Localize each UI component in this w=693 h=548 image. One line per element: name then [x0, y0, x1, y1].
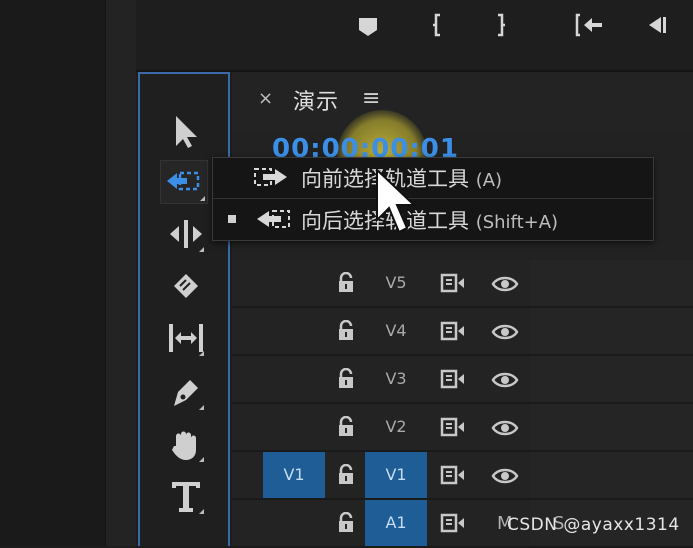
- sync-lock-icon[interactable]: [440, 465, 466, 485]
- marker-icon: [359, 18, 377, 36]
- sync-lock-icon[interactable]: [440, 417, 466, 437]
- submenu-indicator: [199, 351, 204, 356]
- left-panel: [0, 0, 105, 546]
- selection-tool[interactable]: [166, 112, 206, 152]
- track-select-tool[interactable]: [160, 160, 208, 204]
- track-content-area[interactable]: [530, 356, 693, 402]
- track-content-area[interactable]: [530, 260, 693, 306]
- track-label[interactable]: A1: [365, 500, 427, 546]
- mark-out-icon: [498, 13, 505, 37]
- track-label[interactable]: V4: [365, 308, 427, 354]
- step-back-icon: [649, 17, 666, 33]
- menu-item-track-select-forward[interactable]: 向前选择轨道工具 (A): [213, 158, 653, 196]
- menu-item-track-select-backward[interactable]: 向后选择轨道工具 (Shift+A): [213, 200, 653, 238]
- add-marker-button[interactable]: [356, 10, 380, 40]
- track-lock-icon[interactable]: [337, 416, 355, 438]
- track-lock-icon[interactable]: [337, 320, 355, 342]
- submenu-indicator: [199, 509, 204, 514]
- tools-panel: [138, 72, 230, 546]
- pen-tool[interactable]: [166, 372, 206, 412]
- track-lock-icon[interactable]: [337, 512, 355, 534]
- menu-item-label: 向后选择轨道工具 (Shift+A): [301, 209, 559, 233]
- panel-menu-button[interactable]: ≡: [362, 86, 380, 111]
- type-tool[interactable]: [166, 476, 206, 516]
- source-patch-v1[interactable]: V1: [263, 452, 325, 498]
- menu-separator: [212, 198, 654, 199]
- panel-divider[interactable]: [105, 0, 136, 546]
- go-to-in-button[interactable]: [572, 10, 606, 40]
- menu-item-shortcut: (A): [475, 170, 503, 191]
- sequence-tab-title[interactable]: 演示: [293, 84, 339, 116]
- sync-lock-icon[interactable]: [440, 369, 466, 389]
- track-content-area[interactable]: [530, 404, 693, 450]
- track-label[interactable]: V5: [365, 260, 427, 306]
- mark-out-button[interactable]: [488, 10, 512, 40]
- eye-icon[interactable]: [491, 322, 519, 342]
- track-select-backward-icon: [167, 171, 200, 191]
- sync-lock-icon[interactable]: [440, 273, 466, 293]
- mark-in-icon: [433, 13, 440, 37]
- submenu-indicator: [199, 405, 204, 410]
- watermark: CSDN @ayaxx1314: [507, 515, 680, 535]
- track-label[interactable]: V1: [365, 452, 427, 498]
- mouse-pointer-icon: [376, 168, 417, 234]
- track-lock-icon[interactable]: [337, 464, 355, 486]
- tab-close-button[interactable]: ×: [258, 88, 273, 109]
- hand-tool[interactable]: [166, 424, 206, 464]
- eye-icon[interactable]: [491, 466, 519, 486]
- submenu-indicator: [199, 457, 204, 462]
- arrow-cursor-icon: [176, 116, 197, 148]
- submenu-indicator: [199, 247, 204, 252]
- track-label[interactable]: V3: [365, 356, 427, 402]
- track-lock-icon[interactable]: [337, 368, 355, 390]
- track-select-forward-icon: [254, 168, 287, 186]
- razor-icon: [174, 274, 198, 298]
- step-back-button[interactable]: [643, 10, 673, 40]
- track-content-area[interactable]: [530, 308, 693, 354]
- sync-lock-icon[interactable]: [440, 321, 466, 341]
- go-to-in-icon: [575, 13, 602, 37]
- selected-indicator: [228, 215, 236, 223]
- eye-icon[interactable]: [491, 274, 519, 294]
- track-content-area[interactable]: [530, 452, 693, 498]
- eye-icon[interactable]: [491, 418, 519, 438]
- razor-tool[interactable]: [166, 266, 206, 306]
- sync-lock-icon[interactable]: [440, 513, 466, 533]
- eye-icon[interactable]: [491, 370, 519, 390]
- program-transport-bar: [136, 0, 693, 72]
- slip-tool[interactable]: [166, 318, 206, 358]
- track-lock-icon[interactable]: [337, 272, 355, 294]
- track-label[interactable]: V2: [365, 404, 427, 450]
- submenu-indicator: [200, 196, 205, 201]
- track-select-tool-menu: 向前选择轨道工具 (A) 向后选择轨道工具 (Shift+A): [212, 157, 654, 241]
- mark-in-button[interactable]: [426, 10, 450, 40]
- track-select-backward-icon: [257, 210, 290, 228]
- menu-item-shortcut: (Shift+A): [475, 212, 559, 233]
- ripple-edit-tool[interactable]: [166, 214, 206, 254]
